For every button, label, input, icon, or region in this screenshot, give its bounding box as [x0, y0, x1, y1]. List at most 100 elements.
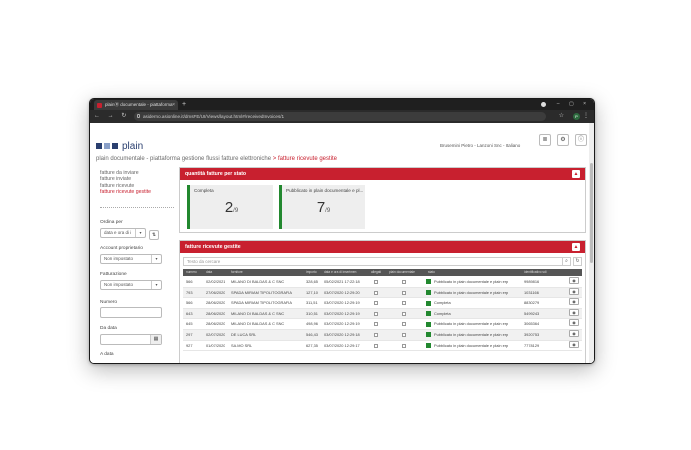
cell-inserimento: 03/07/2020 12:29:18 [324, 332, 360, 337]
invoices-panel: fatture ricevute gestite ▲ Testo da cerc… [179, 240, 586, 363]
breadcrumb-root[interactable]: plain documentale - piattaforma gestione… [96, 156, 271, 162]
address-bar: ← → ↻ ⌂ asiderno.asionline.it/dmsFE/UI/V… [90, 110, 594, 123]
from-date-label: Da data [100, 326, 117, 331]
number-input[interactable] [100, 307, 162, 318]
owner-value: Non impostato [104, 256, 134, 261]
cell-importo: 310,51 [306, 310, 318, 316]
plain-documentale-checkbox [402, 277, 406, 288]
cell-stato: Pubblicato in plain documentale e plain … [426, 319, 518, 330]
col-plain-documentale[interactable]: plain documentale [389, 269, 415, 276]
scrollbar-thumb[interactable] [590, 163, 593, 263]
col-numero[interactable]: numero [186, 269, 197, 276]
cell-stato: Pubblicato in plain documentale e plain … [426, 288, 518, 299]
plain-documentale-checkbox [402, 309, 406, 320]
cell-numero: 645 [186, 321, 193, 327]
user-info[interactable]: Brusemini Pietro - Lanzoni Snc - Italian… [440, 143, 520, 148]
col-allegati[interactable]: allegati [371, 269, 381, 276]
status-text: Pubblicato in plain documentale e plain … [434, 289, 509, 295]
view-invoice-icon[interactable]: ◉ [569, 319, 579, 327]
table-row[interactable]: 566 28/06/2020 SPADA MIRIAM TIPOLITOGRAFIA… [183, 298, 582, 309]
refresh-icon[interactable]: ↻ [573, 257, 582, 266]
invoices-title: fatture ricevute gestite [185, 244, 241, 250]
cell-data: 28/06/2020 [206, 300, 226, 306]
cell-data: 28/06/2020 [206, 321, 226, 327]
table-row[interactable]: 927 01/07/2020 SA.MO SRL 627,35 03/07/2020 1… [183, 340, 582, 352]
chevron-down-icon: ▾ [151, 255, 161, 263]
cell-inserimento: 05/02/2021 17:22:18 [324, 279, 360, 284]
cell-data: 27/06/2020 [206, 289, 226, 295]
stat-count: 7/9 [282, 199, 365, 216]
cell-stato: Pubblicato in plain documentale e plain … [426, 341, 518, 352]
close-tab-icon[interactable]: × [172, 100, 175, 110]
table-row[interactable]: 643 28/06/2020 MILANO DI BALDAS & C SNC 310… [183, 308, 582, 320]
cell-sdi: 5499243 [524, 310, 540, 316]
col-stato[interactable]: stato [428, 269, 435, 276]
sort-direction-icon[interactable]: ⇅ [149, 230, 159, 240]
collapse-icon[interactable]: ▲ [572, 170, 580, 178]
search-input[interactable]: Testo da cercare [183, 257, 570, 266]
stat-card-completa[interactable]: Completa 2/9 [187, 185, 273, 229]
logo-text: plain [122, 140, 144, 152]
cell-importo: 328,65 [306, 279, 318, 284]
status-text: Pubblicato in plain documentale e plain … [434, 279, 509, 284]
browser-tab[interactable]: plainⓇ documentale - piattaforma × [94, 100, 178, 110]
col-importo[interactable]: importo [306, 269, 317, 276]
view-invoice-icon[interactable]: ◉ [569, 340, 579, 348]
status-text: Completa [434, 310, 451, 316]
owner-select[interactable]: Non impostato ▾ [100, 254, 162, 264]
page-scrollbar[interactable] [589, 123, 594, 363]
table-row[interactable]: 566 02/02/2021 MILANO DI BALDAS & C SNC 328… [183, 277, 582, 288]
tab-bar: plainⓇ documentale - piattaforma × + – ▢… [90, 99, 594, 110]
sidebar-item-ricevute-gestite[interactable]: fatture ricevute gestite [100, 189, 151, 195]
window-controls[interactable]: – ▢ × [557, 99, 590, 110]
list-icon[interactable]: ≣ [539, 134, 551, 146]
profile-avatar[interactable]: P [573, 113, 580, 120]
stat-label: Pubblicato in plain documentale e pl... [286, 188, 364, 193]
cell-stato: Pubblicato in plain documentale e plain … [426, 330, 518, 341]
to-date-label: A data [100, 352, 114, 357]
bookmark-star-icon[interactable]: ☆ [559, 110, 564, 123]
app-page: plain Brusemini Pietro - Lanzoni Snc - I… [90, 123, 594, 363]
info-icon[interactable]: ⓘ [575, 134, 587, 146]
status-square-icon [426, 332, 431, 338]
status-text: Pubblicato in plain documentale e plain … [434, 342, 509, 348]
col-inserimento[interactable]: data e ora di inserimen [324, 269, 356, 276]
view-invoice-icon[interactable]: ◉ [569, 330, 579, 337]
view-invoice-icon[interactable]: ◉ [569, 298, 579, 306]
new-tab-icon[interactable]: + [182, 99, 186, 110]
url-field[interactable]: asiderno.asionline.it/dmsFE/UI/Views/lay… [134, 112, 546, 121]
cell-sdi: 3065364 [524, 321, 540, 327]
sidebar-divider [100, 207, 174, 208]
cell-data: 02/07/2020 [206, 332, 226, 337]
from-date-input[interactable]: ▦ [100, 334, 162, 345]
calendar-icon[interactable]: ▦ [150, 335, 161, 344]
cell-sdi: 1031166 [524, 289, 539, 295]
view-invoice-icon[interactable]: ◉ [569, 308, 579, 316]
table-row[interactable]: 297 02/07/2020 DE LUCA SRL 546,43 03/07/2020… [183, 330, 582, 341]
gear-icon[interactable]: ⚙ [557, 134, 569, 146]
col-sdi[interactable]: identificativo sdi [524, 269, 547, 276]
browser-menu-icon[interactable]: ⋮ [583, 110, 589, 123]
cell-importo: 627,35 [306, 342, 318, 348]
table-row[interactable]: 645 28/06/2020 MILANO DI BALDAS & C SNC 498… [183, 319, 582, 330]
search-icon[interactable]: ⌕ [562, 257, 571, 266]
billing-select[interactable]: Non impostato ▾ [100, 280, 162, 290]
collapse-icon[interactable]: ▲ [572, 243, 580, 251]
table-row[interactable]: 793 27/06/2020 SPADA MIRIAM TIPOLITOGRAFIA… [183, 287, 582, 299]
plain-documentale-checkbox [402, 341, 406, 352]
status-text: Pubblicato in plain documentale e plain … [434, 332, 509, 337]
cell-fornitore: SPADA MIRIAM TIPOLITOGRAFIA [231, 289, 292, 295]
order-select[interactable]: data e ora di i ▾ [100, 228, 146, 238]
cell-numero: 927 [186, 342, 193, 348]
stat-card-pubblicato[interactable]: Pubblicato in plain documentale e pl... … [279, 185, 365, 229]
col-data[interactable]: data [206, 269, 212, 276]
stat-total: /9 [325, 208, 331, 214]
table-header: numero data fornitore importo data e ora… [183, 269, 582, 276]
order-value: data e ora di i [104, 230, 132, 235]
view-invoice-icon[interactable]: ◉ [569, 287, 579, 295]
plain-documentale-checkbox [402, 330, 406, 341]
col-fornitore[interactable]: fornitore [231, 269, 243, 276]
view-invoice-icon[interactable]: ◉ [569, 277, 579, 284]
cell-stato: Completa [426, 309, 518, 320]
media-icon[interactable] [541, 102, 546, 107]
